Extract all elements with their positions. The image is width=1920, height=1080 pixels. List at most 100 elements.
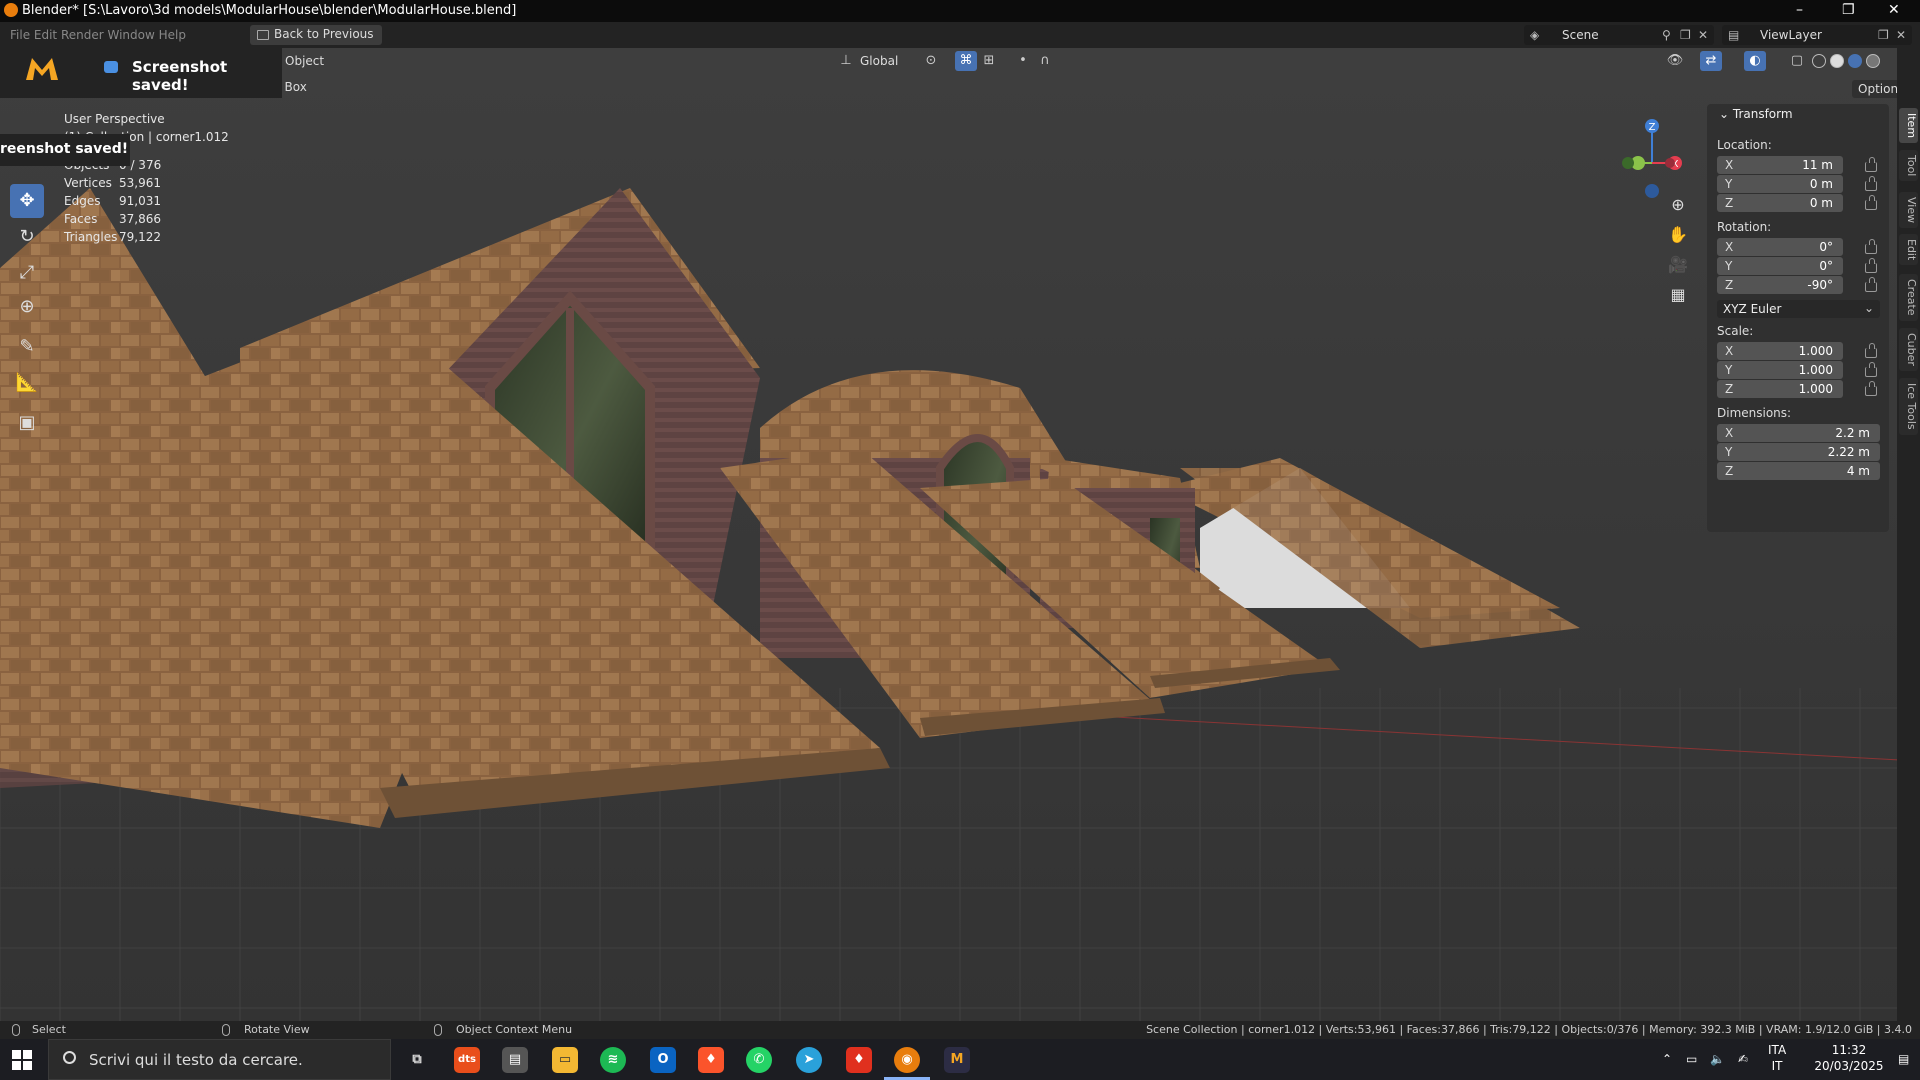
new-view-layer-icon[interactable]: ❐ (1878, 28, 1889, 42)
language-indicator[interactable]: ITA IT (1768, 1042, 1786, 1074)
dts-app-icon[interactable]: dts (454, 1047, 480, 1073)
tab-create[interactable]: Create (1899, 274, 1918, 321)
gizmo-toggle-icon[interactable]: ⇄ (1700, 51, 1722, 71)
view-layer-icon: ▤ (1728, 28, 1740, 42)
minimize-icon[interactable]: – (1796, 2, 1803, 18)
view-name: User Perspective (64, 112, 165, 126)
tab-cuber[interactable]: Cuber (1899, 328, 1918, 371)
rotate-icon[interactable]: ↻ (10, 220, 44, 254)
brave-alt-icon[interactable]: ♦ (846, 1047, 872, 1073)
brave-icon[interactable]: ♦ (698, 1047, 724, 1073)
object-menu[interactable]: Object (285, 54, 324, 68)
pin-icon[interactable]: ⚲ (1662, 28, 1671, 42)
dimension-z-field[interactable]: Z4 m (1717, 462, 1880, 480)
location-z-field[interactable]: Z0 m (1717, 194, 1843, 212)
outlook-icon[interactable]: O (650, 1047, 676, 1073)
scale-z-field[interactable]: Z 1.000 (1717, 380, 1843, 398)
visibility-icon[interactable]: 👁 (1664, 51, 1686, 71)
lock-icon[interactable] (1865, 277, 1877, 292)
scale-icon[interactable]: ⤢ (10, 256, 44, 290)
overlay-toggle-icon[interactable]: ◐ (1744, 51, 1766, 71)
lock-icon[interactable] (1865, 239, 1877, 254)
windows-start-icon[interactable] (12, 1050, 32, 1070)
task-view-icon[interactable]: ⧉ (404, 1047, 430, 1073)
pen-icon[interactable]: ✍ (1738, 1051, 1748, 1067)
tab-tool[interactable]: Tool (1899, 150, 1918, 182)
view-layer-selector[interactable]: ▤ ViewLayer ❐ ✕ (1722, 25, 1912, 45)
rotation-mode-dropdown[interactable]: XYZ Euler ⌄ (1717, 300, 1880, 318)
dimension-y-field[interactable]: Y 2.22 m (1717, 443, 1880, 461)
transform-orientation-dropdown[interactable]: Global (860, 54, 898, 68)
rotation-x-field[interactable]: X 0° (1717, 238, 1843, 256)
lock-icon[interactable] (1865, 157, 1877, 172)
transform-panel-title[interactable]: ⌄ Transform (1719, 107, 1793, 121)
location-y-field[interactable]: Y0 m (1717, 175, 1843, 193)
scale-x-field[interactable]: X 1.000 (1717, 342, 1843, 360)
pivot-point-icon[interactable]: ⊙ (920, 51, 942, 71)
restore-icon[interactable]: ❐ (1842, 2, 1855, 18)
rendered-shading-icon[interactable] (1866, 54, 1880, 68)
camera-icon[interactable]: 🎥 (1663, 250, 1693, 280)
remove-scene-icon[interactable]: ✕ (1698, 28, 1708, 42)
mouse-right-icon (434, 1024, 442, 1036)
neg-y-axis-handle[interactable] (1622, 157, 1634, 169)
material-shading-icon[interactable] (1848, 54, 1862, 68)
lock-icon[interactable] (1865, 343, 1877, 358)
viewport-stats-overlay: User Perspective (1) Collection | corner… (64, 110, 229, 246)
whatsapp-icon[interactable]: ✆ (746, 1047, 772, 1073)
mplus-taskbar-icon[interactable]: M (944, 1047, 970, 1073)
status-context: Object Context Menu (456, 1023, 573, 1036)
neg-x-axis-handle[interactable] (1665, 158, 1675, 168)
file-explorer-icon[interactable]: ▭ (552, 1047, 578, 1073)
tab-item[interactable]: Item (1899, 108, 1918, 144)
add-cube-icon[interactable]: ▣ (10, 406, 44, 440)
zoom-icon[interactable]: ⊕ (1663, 190, 1693, 220)
tab-edit[interactable]: Edit (1899, 234, 1918, 266)
store-app-icon[interactable]: ▤ (502, 1047, 528, 1073)
close-icon[interactable]: ✕ (1888, 2, 1900, 18)
move-icon[interactable]: ✥ (10, 184, 44, 218)
rotation-y-field[interactable]: Y 0° (1717, 257, 1843, 275)
transform-icon[interactable]: ⊕ (10, 290, 44, 324)
lock-icon[interactable] (1865, 176, 1877, 191)
solid-shading-icon[interactable] (1830, 54, 1844, 68)
snap-toggle-icon[interactable]: ⌘ (955, 51, 977, 71)
3d-viewport[interactable]: Object ⊥ Global ⊙ ⌘ ⊞ • ∩ 👁 ⇄ ◐ ▢ ect Bo… (0, 48, 1900, 1021)
lock-icon[interactable] (1865, 362, 1877, 377)
annotate-icon[interactable]: ✎ (10, 330, 44, 364)
clock[interactable]: 11:32 20/03/2025 (1804, 1042, 1894, 1074)
dimension-x-field[interactable]: X 2.2 m (1717, 424, 1880, 442)
proportional-edit-icon[interactable]: • (1012, 51, 1034, 71)
falloff-icon[interactable]: ∩ (1034, 51, 1056, 71)
rotation-z-field[interactable]: Z -90° (1717, 276, 1843, 294)
main-menu[interactable]: File Edit Render Window Help (10, 28, 186, 42)
xray-icon[interactable]: ▢ (1786, 51, 1808, 71)
notification-center-icon[interactable]: ▤ (1898, 1051, 1909, 1067)
volume-icon[interactable]: 🔈 (1710, 1051, 1725, 1067)
scene-selector[interactable]: ◈ Scene ⚲ ❐ ✕ (1524, 25, 1714, 45)
measure-icon[interactable]: 📐 (10, 366, 44, 400)
blender-taskbar-icon[interactable]: ◉ (894, 1047, 920, 1073)
remove-view-layer-icon[interactable]: ✕ (1896, 28, 1906, 42)
wireframe-shading-icon[interactable] (1812, 54, 1826, 68)
tab-ice-tools[interactable]: Ice Tools (1899, 378, 1918, 435)
options-dropdown[interactable]: Options (1852, 80, 1900, 98)
lock-icon[interactable] (1865, 258, 1877, 273)
network-icon[interactable]: ▭ (1686, 1051, 1697, 1067)
back-to-previous-button[interactable]: Back to Previous (250, 25, 382, 45)
telegram-icon[interactable]: ➤ (796, 1047, 822, 1073)
neg-z-axis-handle[interactable] (1645, 184, 1659, 198)
orientation-icon[interactable]: ⊥ (835, 51, 857, 71)
ortho-grid-icon[interactable]: ▦ (1663, 280, 1693, 310)
lock-icon[interactable] (1865, 195, 1877, 210)
snap-target-icon[interactable]: ⊞ (978, 51, 1000, 71)
lock-icon[interactable] (1865, 381, 1877, 396)
pan-hand-icon[interactable]: ✋ (1663, 220, 1693, 250)
tab-view[interactable]: View (1899, 192, 1918, 229)
spotify-icon[interactable]: ≋ (600, 1047, 626, 1073)
location-x-field[interactable]: X 11 m (1717, 156, 1843, 174)
taskbar-search-input[interactable]: Scrivi qui il testo da cercare. (48, 1039, 391, 1080)
chevron-up-icon[interactable]: ⌃ (1662, 1051, 1672, 1067)
scale-y-field[interactable]: Y 1.000 (1717, 361, 1843, 379)
new-scene-icon[interactable]: ❐ (1680, 28, 1691, 42)
